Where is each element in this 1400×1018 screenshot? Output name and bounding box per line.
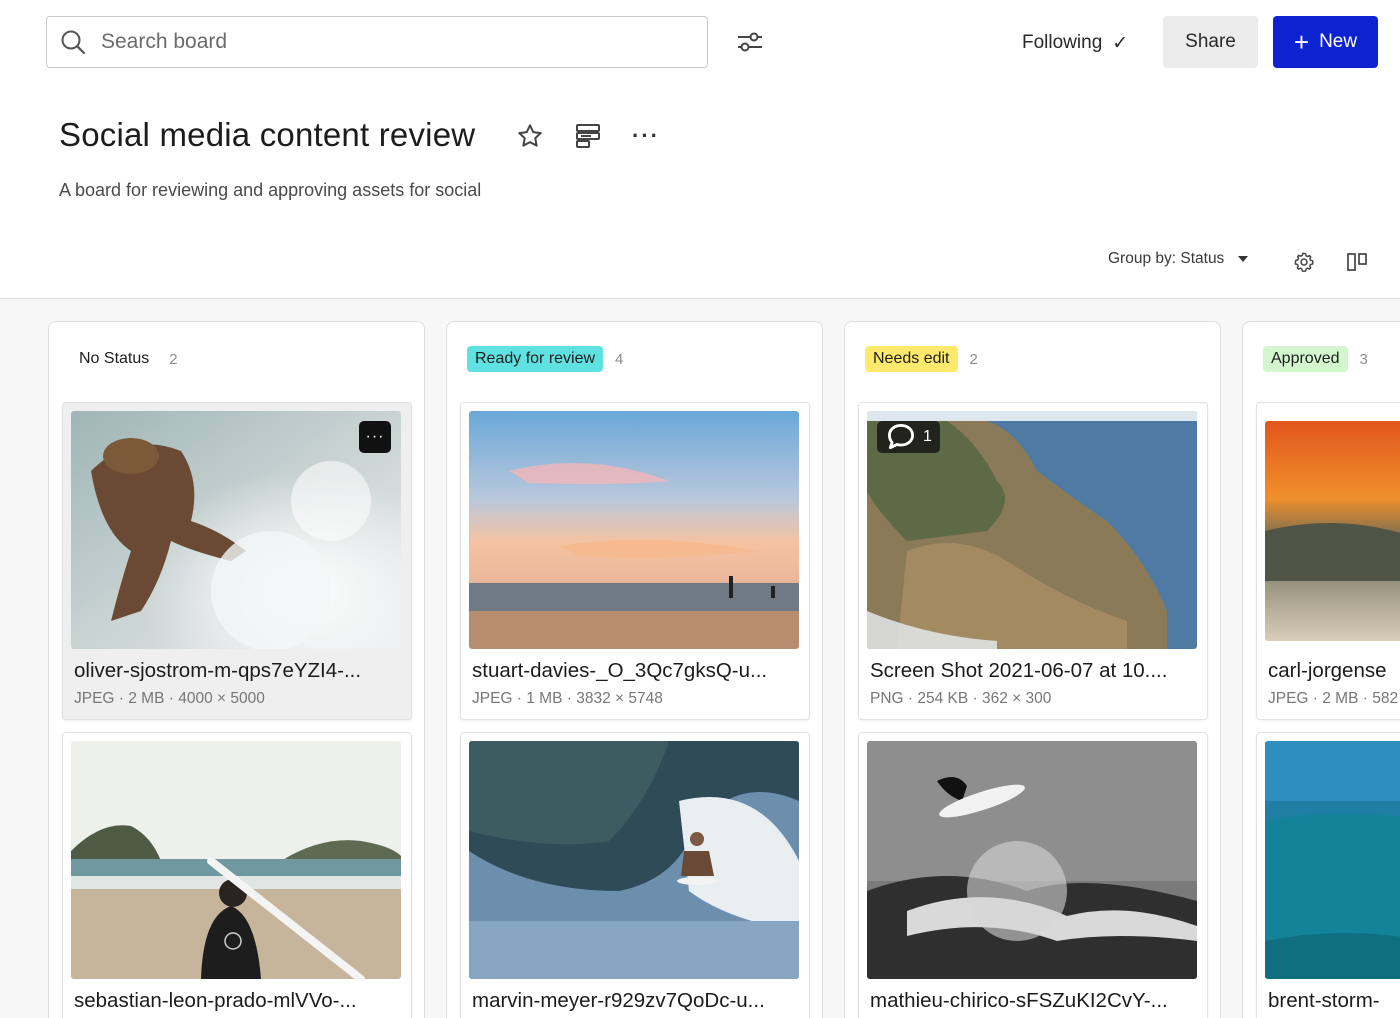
- columns-icon: [1347, 253, 1367, 271]
- asset-card[interactable]: sebastian-leon-prado-mlVVo-...: [62, 732, 412, 1018]
- page-title: Social media content review: [59, 116, 476, 153]
- column-needs-edit: Needs edit 2 1 Screen Shot 2021-06-07 at: [844, 321, 1221, 1018]
- asset-name: Screen Shot 2021-06-07 at 10....: [870, 659, 1168, 682]
- asset-name: sebastian-leon-prado-mlVVo-...: [74, 989, 357, 1012]
- asset-meta: JPEG · 2 MB · 4000 × 5000: [74, 690, 265, 707]
- column-label[interactable]: Needs edit: [865, 346, 958, 372]
- search-input[interactable]: [101, 30, 661, 54]
- following-button[interactable]: Following ✓: [1010, 18, 1140, 68]
- column-ready-for-review: Ready for review 4 stuart-davies-_O_3Qc7…: [446, 321, 823, 1018]
- column-count: 4: [615, 350, 624, 368]
- asset-name: mathieu-chirico-sFSZuKI2CvY-...: [870, 989, 1168, 1012]
- board-canvas: No Status 2 ··· oliver-sjostrom-m-qps7eY…: [0, 298, 1400, 1018]
- chevron-down-icon: [1238, 256, 1249, 262]
- comment-count: 1: [923, 428, 932, 445]
- asset-thumbnail: 1: [867, 411, 1197, 649]
- asset-card[interactable]: ··· oliver-sjostrom-m-qps7eYZI4-... JPEG…: [62, 402, 412, 720]
- column-count: 2: [169, 350, 178, 368]
- column-label[interactable]: Approved: [1263, 346, 1348, 372]
- card-more-button[interactable]: ···: [359, 421, 391, 453]
- board-settings-button[interactable]: [1292, 250, 1316, 274]
- group-by-dropdown[interactable]: Group by: Status: [1108, 250, 1249, 268]
- asset-thumbnail: ···: [71, 411, 401, 649]
- asset-thumbnail: [469, 411, 799, 649]
- asset-card[interactable]: brent-storm-: [1256, 732, 1400, 1018]
- plus-icon: +: [1293, 27, 1310, 57]
- column-no-status: No Status 2 ··· oliver-sjostrom-m-qps7eY…: [48, 321, 425, 1018]
- asset-name: stuart-davies-_O_3Qc7gksQ-u...: [472, 659, 768, 682]
- asset-meta: PNG · 254 KB · 362 × 300: [870, 690, 1052, 707]
- asset-card[interactable]: carl-jorgense JPEG · 2 MB · 582: [1256, 402, 1400, 720]
- column-label[interactable]: No Status: [69, 346, 157, 372]
- asset-card[interactable]: stuart-davies-_O_3Qc7gksQ-u... JPEG · 1 …: [460, 402, 810, 720]
- asset-card[interactable]: 1 Screen Shot 2021-06-07 at 10.... PNG ·…: [858, 402, 1208, 720]
- asset-name: oliver-sjostrom-m-qps7eYZI4-...: [74, 659, 362, 682]
- asset-thumbnail: [1265, 741, 1400, 979]
- asset-thumbnail: [867, 741, 1197, 979]
- star-icon: [518, 124, 542, 147]
- group-by-label: Group by: Status: [1108, 250, 1225, 267]
- asset-card[interactable]: marvin-meyer-r929zv7QoDc-u...: [460, 732, 810, 1018]
- asset-meta: JPEG · 1 MB · 3832 × 5748: [472, 690, 663, 707]
- favorite-star-button[interactable]: [514, 118, 546, 154]
- board-more-button[interactable]: ···: [630, 118, 662, 154]
- layout-toggle-button[interactable]: [1345, 250, 1369, 274]
- comment-icon: [888, 424, 914, 450]
- board-view-button[interactable]: [572, 118, 604, 154]
- following-label: Following: [1022, 32, 1103, 53]
- ellipsis-icon: ···: [632, 123, 660, 148]
- asset-thumbnail: [469, 741, 799, 979]
- asset-card[interactable]: mathieu-chirico-sFSZuKI2CvY-...: [858, 732, 1208, 1018]
- filter-settings-button[interactable]: [732, 26, 768, 58]
- share-label: Share: [1185, 31, 1236, 52]
- search-box[interactable]: [46, 16, 708, 68]
- check-icon: ✓: [1112, 32, 1129, 54]
- asset-name: brent-storm-: [1268, 989, 1380, 1012]
- column-label[interactable]: Ready for review: [467, 346, 604, 372]
- column-count: 2: [969, 350, 978, 368]
- asset-thumbnail: [71, 741, 401, 979]
- asset-name: marvin-meyer-r929zv7QoDc-u...: [472, 989, 765, 1012]
- column-approved: Approved 3 carl-jorgense JPEG · 2 MB · 5…: [1242, 321, 1400, 1018]
- asset-name: carl-jorgense: [1268, 659, 1387, 682]
- asset-thumbnail: [1265, 421, 1400, 641]
- share-button[interactable]: Share: [1163, 16, 1258, 68]
- column-count: 3: [1359, 350, 1368, 368]
- sliders-icon: [738, 32, 762, 52]
- gear-icon: [1294, 252, 1314, 273]
- board-layout-icon: [576, 124, 600, 148]
- comments-badge[interactable]: 1: [877, 421, 940, 453]
- new-label: New: [1319, 31, 1358, 52]
- new-button[interactable]: + New: [1273, 16, 1378, 68]
- asset-meta: JPEG · 2 MB · 582: [1268, 690, 1399, 707]
- search-icon: [59, 28, 87, 56]
- board-description: A board for reviewing and approving asse…: [59, 180, 482, 200]
